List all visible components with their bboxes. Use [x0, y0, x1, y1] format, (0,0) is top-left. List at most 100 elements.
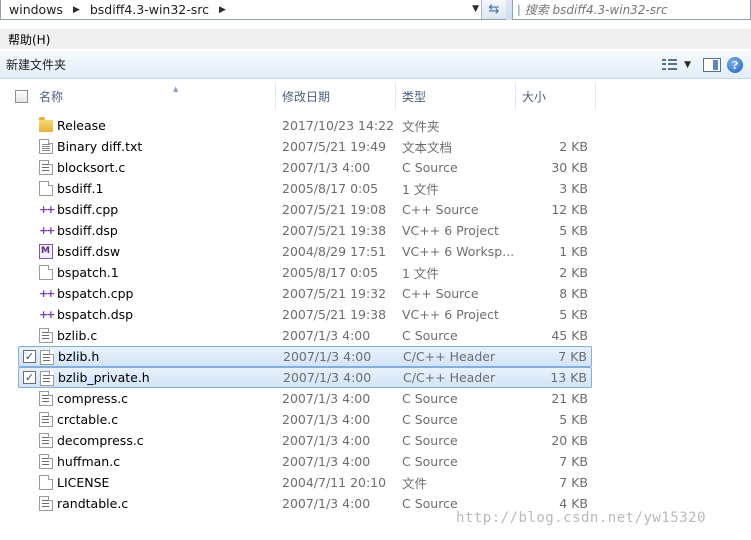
file-row[interactable]: compress.c 2007/1/3 4:00 C Source 21 KB: [18, 388, 592, 409]
file-size: 7 KB: [558, 349, 587, 364]
cpp-file-icon: ++: [39, 287, 55, 300]
c-file-icon: [39, 391, 53, 406]
c-file-icon: [39, 412, 53, 427]
file-name: bsdiff.dsp: [57, 223, 118, 238]
file-modified-date: 2004/7/11 20:10: [282, 475, 387, 490]
file-row[interactable]: ++ bsdiff.dsp 2007/5/21 19:38 VC++ 6 Projec…: [18, 220, 592, 241]
column-header-size[interactable]: 大小: [516, 83, 596, 109]
file-row[interactable]: crctable.c 2007/1/3 4:00 C Source 5 KB: [18, 409, 592, 430]
file-type: C/C++ Header: [403, 370, 496, 385]
file-row[interactable]: ✓ bzlib_private.h 2007/1/3 4:00 C/C++ Heade…: [18, 367, 592, 388]
cpp-file-icon: ++: [39, 203, 55, 216]
file-modified-date: 2007/1/3 4:00: [282, 391, 371, 406]
file-name: bspatch.cpp: [57, 286, 134, 301]
breadcrumb-separator-icon[interactable]: ▶: [67, 5, 86, 15]
row-checkbox[interactable]: ✓: [23, 350, 36, 363]
c-file-icon: [39, 433, 53, 448]
file-row[interactable]: ++ bspatch.cpp 2007/5/21 19:32 C++ Source 8 …: [18, 283, 592, 304]
column-type-label: 类型: [402, 89, 427, 104]
file-row[interactable]: huffman.c 2007/1/3 4:00 C Source 7 KB: [18, 451, 592, 472]
file-name: bsdiff.dsw: [57, 244, 121, 259]
file-type: VC++ 6 Project: [402, 307, 499, 322]
select-all-checkbox[interactable]: [15, 90, 28, 103]
c-file-icon: [39, 496, 53, 511]
file-name: bzlib_private.h: [58, 370, 150, 385]
blank-file-icon: [39, 181, 53, 196]
file-type: C++ Source: [402, 286, 479, 301]
file-modified-date: 2007/1/3 4:00: [282, 328, 371, 343]
file-name: huffman.c: [57, 454, 121, 469]
new-folder-button[interactable]: 新建文件夹: [6, 56, 66, 73]
file-row[interactable]: blocksort.c 2007/1/3 4:00 C Source 30 KB: [18, 157, 592, 178]
address-bar-row: windows ▶ bsdiff4.3-win32-src ▶ ▼ ⇆ |: [0, 0, 751, 20]
file-type: C Source: [402, 454, 458, 469]
column-header-type[interactable]: 类型: [396, 83, 516, 109]
file-name: bspatch.1: [57, 265, 119, 280]
file-name: decompress.c: [57, 433, 144, 448]
file-modified-date: 2007/1/3 4:00: [282, 412, 371, 427]
file-row[interactable]: bsdiff.dsw 2004/8/29 17:51 VC++ 6 Worksp..…: [18, 241, 592, 262]
change-view-button[interactable]: ▼: [656, 55, 697, 75]
dsw-file-icon: [39, 244, 53, 259]
cpp-file-icon: ++: [39, 308, 55, 321]
c-file-icon: [39, 160, 53, 175]
blank-file-icon: [39, 265, 53, 280]
file-row[interactable]: decompress.c 2007/1/3 4:00 C Source 20 KB: [18, 430, 592, 451]
file-size: 20 KB: [551, 433, 588, 448]
file-row[interactable]: Release 2017/10/23 14:22 文件夹: [18, 115, 592, 136]
breadcrumb-item-current[interactable]: bsdiff4.3-win32-src: [86, 1, 213, 19]
file-name: LICENSE: [57, 475, 110, 490]
file-size: 5 KB: [559, 412, 588, 427]
file-row[interactable]: ✓ bzlib.h 2007/1/3 4:00 C/C++ Header 7 KB: [18, 346, 592, 367]
chevron-down-icon[interactable]: ▼: [684, 60, 691, 70]
file-size: 4 KB: [559, 496, 588, 511]
search-box-edge: |: [517, 3, 521, 16]
file-modified-date: 2017/10/23 14:22: [282, 118, 395, 133]
sort-ascending-icon: ▲: [173, 85, 179, 93]
file-modified-date: 2007/1/3 4:00: [282, 496, 371, 511]
file-type: C++ Source: [402, 202, 479, 217]
file-modified-date: 2007/5/21 19:49: [282, 139, 387, 154]
file-type: C Source: [402, 433, 458, 448]
file-row[interactable]: bspatch.1 2005/8/17 0:05 1 文件 2 KB: [18, 262, 592, 283]
breadcrumb-separator-icon[interactable]: ▶: [213, 5, 232, 15]
menu-help[interactable]: 帮助(H): [8, 31, 50, 48]
file-row[interactable]: ++ bspatch.dsp 2007/5/21 19:38 VC++ 6 Proje…: [18, 304, 592, 325]
file-size: 5 KB: [559, 307, 588, 322]
file-name: bsdiff.1: [57, 181, 104, 196]
file-modified-date: 2007/1/3 4:00: [282, 454, 371, 469]
cpp-file-icon: ++: [39, 224, 55, 237]
file-modified-date: 2007/1/3 4:00: [283, 370, 372, 385]
file-modified-date: 2007/5/21 19:38: [282, 223, 387, 238]
address-history-dropdown-icon[interactable]: ▼: [472, 4, 479, 14]
file-row[interactable]: Binary diff.txt 2007/5/21 19:49 文本文档 2 KB: [18, 136, 592, 157]
file-size: 2 KB: [559, 265, 588, 280]
row-checkbox[interactable]: ✓: [23, 371, 36, 384]
file-size: 7 KB: [559, 475, 588, 490]
preview-pane-icon[interactable]: [703, 58, 721, 72]
file-name: compress.c: [57, 391, 129, 406]
file-row[interactable]: bsdiff.1 2005/8/17 0:05 1 文件 3 KB: [18, 178, 592, 199]
search-box[interactable]: |: [512, 0, 751, 20]
details-view-icon: [662, 59, 678, 71]
file-type: C Source: [402, 391, 458, 406]
file-type: C Source: [402, 328, 458, 343]
column-header-date[interactable]: 修改日期: [276, 83, 396, 109]
refresh-button[interactable]: ⇆: [481, 0, 506, 19]
search-input[interactable]: [524, 2, 725, 17]
help-icon[interactable]: ?: [727, 57, 743, 73]
file-name: Binary diff.txt: [57, 139, 143, 154]
breadcrumb[interactable]: windows ▶ bsdiff4.3-win32-src ▶ ▼: [0, 0, 506, 20]
file-modified-date: 2007/5/21 19:08: [282, 202, 387, 217]
file-size: 45 KB: [551, 328, 588, 343]
file-row[interactable]: bzlib.c 2007/1/3 4:00 C Source 45 KB: [18, 325, 592, 346]
column-header-name[interactable]: 名称 ▲: [33, 83, 276, 109]
file-name: bzlib.h: [58, 349, 100, 364]
file-size: 8 KB: [559, 286, 588, 301]
file-row[interactable]: ++ bsdiff.cpp 2007/5/21 19:08 C++ Source 12 …: [18, 199, 592, 220]
watermark: http://blog.csdn.net/yw15320: [456, 510, 707, 526]
file-row[interactable]: LICENSE 2004/7/11 20:10 文件 7 KB: [18, 472, 592, 493]
file-name: bspatch.dsp: [57, 307, 134, 322]
breadcrumb-item-windows[interactable]: windows: [5, 1, 67, 19]
file-modified-date: 2005/8/17 0:05: [282, 181, 379, 196]
